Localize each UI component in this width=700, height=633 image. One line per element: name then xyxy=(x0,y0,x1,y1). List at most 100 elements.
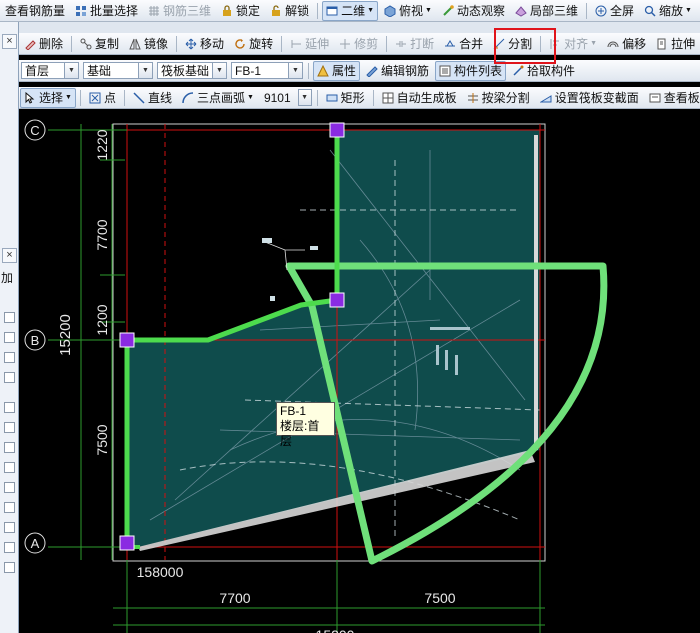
auto-gen-slab-button[interactable]: 自动生成板 xyxy=(378,88,461,108)
split-by-beam-label: 按梁分割 xyxy=(481,91,530,105)
stretch-button[interactable]: 拉伸 xyxy=(652,34,699,54)
chevron-down-icon[interactable]: ▼ xyxy=(298,90,311,105)
extend-button[interactable]: 延伸 xyxy=(286,34,333,54)
trim-button[interactable]: 修剪 xyxy=(335,34,382,54)
delete-button[interactable]: 删除 xyxy=(20,34,67,54)
arc-value: 9101 xyxy=(263,90,291,105)
rotate-button[interactable]: 旋转 xyxy=(230,34,277,54)
zoom-button[interactable]: 缩放 ▼ xyxy=(640,1,696,21)
grip-handle-bottom[interactable] xyxy=(119,535,135,551)
checkbox[interactable] xyxy=(4,312,15,323)
view-slab-label: 查看板 xyxy=(663,91,700,105)
delete-label: 删除 xyxy=(39,37,64,51)
checkbox[interactable] xyxy=(4,522,15,533)
lock-button[interactable]: 锁定 xyxy=(217,1,264,21)
rotate-label: 旋转 xyxy=(249,37,274,51)
chevron-down-icon[interactable]: ▼ xyxy=(288,63,302,78)
batch-select-button[interactable]: 批量选择 xyxy=(71,1,142,21)
cursor-arrow-icon xyxy=(25,91,35,104)
checkbox[interactable] xyxy=(4,422,15,433)
separator xyxy=(317,2,319,19)
batch-select-icon xyxy=(76,5,87,16)
checkbox[interactable] xyxy=(4,442,15,453)
unlock-button[interactable]: 解锁 xyxy=(266,1,313,21)
checkbox[interactable] xyxy=(4,352,15,363)
chevron-down-icon[interactable]: ▼ xyxy=(212,63,226,78)
separator xyxy=(308,62,309,79)
grip-handle-top[interactable] xyxy=(329,122,345,138)
checkbox[interactable] xyxy=(4,482,15,493)
variable-section-icon xyxy=(539,94,552,102)
chevron-down-icon: ▼ xyxy=(367,7,375,14)
top-view-button[interactable]: 俯视 ▼ xyxy=(380,1,436,21)
partial-3d-label: 局部三维 xyxy=(530,4,579,18)
properties-icon xyxy=(317,64,329,76)
view-2d-button[interactable]: 二维 ▼ xyxy=(322,0,379,21)
close-icon[interactable]: × xyxy=(2,248,17,263)
unlock-label: 解锁 xyxy=(285,4,310,18)
view-rebar-quantity-button[interactable]: 查看钢筋量 xyxy=(1,1,69,21)
properties-label: 属性 xyxy=(332,64,357,78)
rect-button[interactable]: 矩形 xyxy=(322,88,369,108)
dim-1200: 1200 xyxy=(94,304,110,335)
checkbox[interactable] xyxy=(4,332,15,343)
component-select-value: FB-1 xyxy=(235,63,262,78)
break-button[interactable]: 打断 xyxy=(391,34,438,54)
component-type-select[interactable]: 筏板基础 ▼ xyxy=(157,62,227,79)
checkbox[interactable] xyxy=(4,562,15,573)
copy-button[interactable]: 复制 xyxy=(76,34,123,54)
checkbox[interactable] xyxy=(4,402,15,413)
align-label: 对齐 xyxy=(564,37,589,51)
category-select[interactable]: 基础 ▼ xyxy=(83,62,153,79)
close-icon[interactable]: × xyxy=(2,34,17,49)
zoom-icon xyxy=(644,5,656,17)
floor-select[interactable]: 首层 ▼ xyxy=(21,62,79,79)
merge-button[interactable]: 合并 xyxy=(440,34,487,54)
move-button[interactable]: 移动 xyxy=(181,34,228,54)
full-screen-button[interactable]: 全屏 xyxy=(591,1,638,21)
split-by-beam-button[interactable]: 按梁分割 xyxy=(463,88,534,108)
arc-icon xyxy=(182,91,194,103)
properties-button[interactable]: 属性 xyxy=(313,60,361,81)
grip-handle-left[interactable] xyxy=(119,332,135,348)
tooltip-floor: 楼层:首层 xyxy=(280,419,320,448)
line-button[interactable]: 直线 xyxy=(129,88,176,108)
arc-value-dropdown[interactable]: ▼ xyxy=(297,89,312,106)
checkbox[interactable] xyxy=(4,502,15,513)
separator xyxy=(79,89,81,106)
line-label: 直线 xyxy=(147,91,172,105)
grip-handle-middle[interactable] xyxy=(329,292,345,308)
set-slab-variable-section-button[interactable]: 设置筏板变截面 xyxy=(536,88,643,108)
separator xyxy=(71,35,73,52)
chevron-down-icon[interactable]: ▼ xyxy=(138,63,152,78)
view-slab-button[interactable]: 查看板 xyxy=(645,88,700,108)
rebar-3d-button[interactable]: 钢筋三维 xyxy=(144,1,215,21)
dynamic-observe-button[interactable]: 动态观察 xyxy=(438,1,509,21)
partial-3d-button[interactable]: 局部三维 xyxy=(511,1,582,21)
component-select[interactable]: FB-1 ▼ xyxy=(231,62,303,79)
chevron-down-icon: ▼ xyxy=(425,7,432,14)
arc-value-field[interactable]: 9101 xyxy=(260,88,295,108)
chevron-down-icon[interactable]: ▼ xyxy=(64,63,78,78)
edit-rebar-button[interactable]: 编辑钢筋 xyxy=(362,61,433,81)
toolbar-row-2: 删除 复制 镜像 移动 旋转 延伸 修剪 打断 合并 分割 对齐 ▼ 偏移 拉伸 xyxy=(19,33,700,55)
mirror-button[interactable]: 镜像 xyxy=(125,34,172,54)
copy-icon xyxy=(80,38,92,49)
checkbox[interactable] xyxy=(4,372,15,383)
arc-3pt-button[interactable]: 三点画弧 ▼ xyxy=(178,88,258,108)
dim-15200-vertical: 15200 xyxy=(57,314,74,356)
checkbox[interactable] xyxy=(4,542,15,553)
break-label: 打断 xyxy=(410,37,435,51)
point-button[interactable]: 点 xyxy=(85,88,120,108)
select-button[interactable]: 选择 ▼ xyxy=(20,87,76,108)
move-icon xyxy=(185,38,197,49)
offset-button[interactable]: 偏移 xyxy=(603,34,650,54)
arc-3pt-label: 三点画弧 xyxy=(196,91,245,105)
batch-select-label: 批量选择 xyxy=(90,4,139,18)
left-panel: × × 加 xyxy=(0,22,19,633)
rebar-3d-label: 钢筋三维 xyxy=(163,4,212,18)
drawing-canvas[interactable]: C B A 1220 7700 1200 7500 15200 158000 7… xyxy=(19,110,700,633)
view-rebar-quantity-label: 查看钢筋量 xyxy=(5,4,66,18)
checkbox[interactable] xyxy=(4,462,15,473)
tooltip-component-name: FB-1 xyxy=(280,404,307,418)
